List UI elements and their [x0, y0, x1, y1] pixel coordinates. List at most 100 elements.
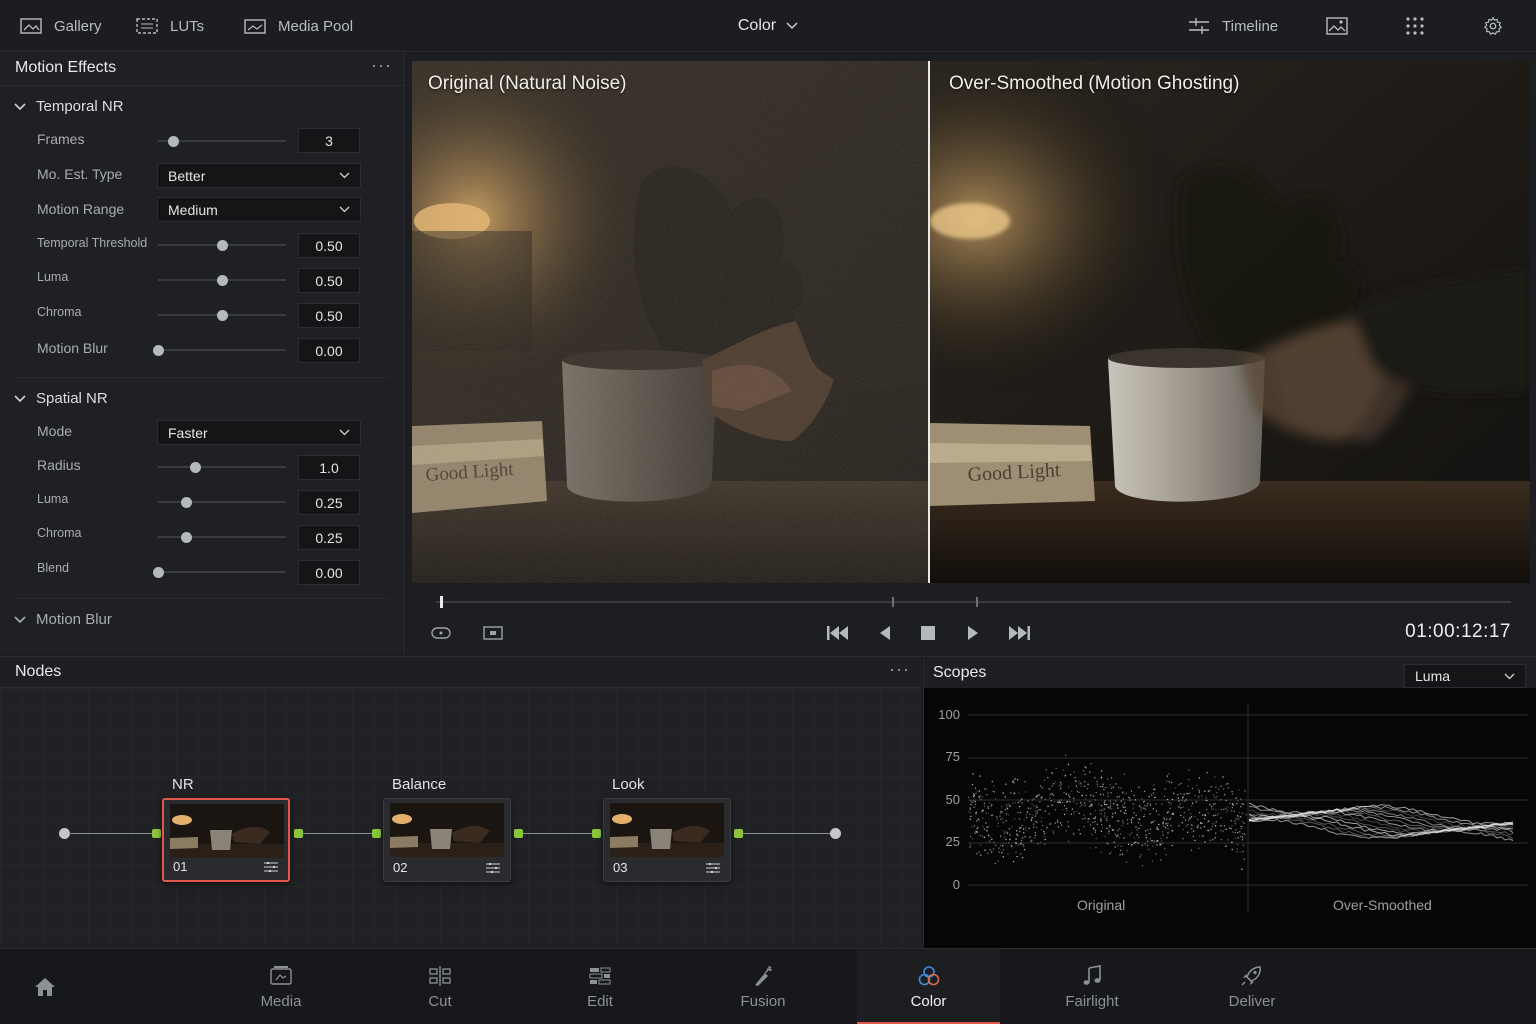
- slider-knob[interactable]: [153, 344, 164, 356]
- frames-label: Frames: [37, 131, 85, 147]
- temporal-luma-label: Luma: [37, 270, 69, 284]
- temporal-chroma-slider[interactable]: [158, 309, 286, 321]
- frames-slider[interactable]: [158, 135, 286, 147]
- nav-label: Media: [260, 992, 302, 1010]
- dropdown-value: Luma: [1415, 668, 1451, 684]
- nav-media[interactable]: Media: [221, 949, 341, 1024]
- spatial-nr-header[interactable]: Spatial NR: [14, 390, 108, 407]
- play-button[interactable]: [961, 623, 985, 643]
- y-tick-label: 50: [945, 792, 960, 807]
- nav-fusion[interactable]: Fusion: [703, 949, 823, 1024]
- motion-blur-value[interactable]: 0.00: [298, 338, 360, 363]
- node-input[interactable]: [152, 829, 161, 838]
- grid-menu-button[interactable]: [1404, 0, 1426, 52]
- settings-button[interactable]: [1482, 0, 1504, 52]
- temporal-nr-header[interactable]: Temporal NR: [14, 98, 124, 115]
- scrub-bar[interactable]: [436, 597, 1511, 607]
- node-label: Look: [612, 776, 645, 793]
- node-look[interactable]: 03: [603, 798, 731, 882]
- slider-knob[interactable]: [190, 461, 202, 473]
- nav-color[interactable]: Color: [857, 949, 1000, 1024]
- nav-edit[interactable]: Edit: [540, 949, 660, 1024]
- playhead[interactable]: [440, 596, 443, 608]
- nav-deliver[interactable]: Deliver: [1192, 949, 1312, 1024]
- nav-cut[interactable]: Cut: [380, 949, 500, 1024]
- temporal-threshold-slider[interactable]: [158, 239, 286, 251]
- step-back-button[interactable]: [873, 623, 897, 643]
- home-button[interactable]: [25, 949, 65, 1024]
- node-settings-icon[interactable]: [264, 862, 278, 872]
- node-output[interactable]: [514, 829, 523, 838]
- blend-label: Blend: [37, 561, 69, 575]
- slider-knob[interactable]: [217, 274, 228, 286]
- blend-slider[interactable]: [153, 566, 286, 578]
- media-pool-button[interactable]: Media Pool: [244, 0, 353, 52]
- motion-blur-slider[interactable]: [153, 344, 286, 356]
- slider-knob[interactable]: [153, 566, 164, 578]
- luts-button[interactable]: LUTs: [136, 0, 204, 52]
- slider-knob[interactable]: [181, 531, 193, 543]
- stop-button[interactable]: [916, 623, 940, 643]
- node-label: NR: [172, 776, 194, 793]
- dropdown-value: Better: [168, 167, 206, 184]
- node-settings-icon[interactable]: [706, 863, 720, 873]
- blend-value[interactable]: 0.00: [298, 560, 360, 585]
- nav-label: Fairlight: [1065, 992, 1119, 1010]
- spatial-luma-value[interactable]: 0.25: [298, 490, 360, 515]
- radius-slider[interactable]: [158, 461, 286, 473]
- x-label-smoothed: Over-Smoothed: [1333, 897, 1432, 913]
- motion-blur-header[interactable]: Motion Blur: [14, 611, 112, 628]
- chevron-down-icon[interactable]: [786, 22, 798, 30]
- slider-knob[interactable]: [181, 496, 193, 508]
- nav-fairlight[interactable]: Fairlight: [1032, 949, 1152, 1024]
- graph-output[interactable]: [830, 828, 841, 839]
- temporal-chroma-value[interactable]: 0.50: [298, 303, 360, 328]
- temporal-luma-value[interactable]: 0.50: [298, 268, 360, 293]
- y-tick-label: 25: [945, 834, 960, 849]
- spatial-chroma-slider[interactable]: [158, 531, 286, 543]
- viewer-image[interactable]: Good Light Original (Natural Noise): [412, 61, 1530, 583]
- viewer-image-button[interactable]: [1326, 0, 1348, 52]
- divider: [14, 598, 389, 599]
- temporal-luma-slider[interactable]: [158, 274, 286, 286]
- node-graph[interactable]: NR 01 Balance 02 Look 03: [0, 687, 922, 948]
- fusion-icon: [755, 965, 773, 986]
- y-tick-label: 100: [938, 707, 960, 722]
- panel-options-icon[interactable]: ···: [371, 55, 392, 76]
- node-nr[interactable]: 01: [162, 798, 290, 882]
- fit-frame-button[interactable]: [481, 623, 505, 643]
- node-balance[interactable]: 02: [383, 798, 511, 882]
- page-title[interactable]: Color: [738, 17, 776, 35]
- timecode: 01:00:12:17: [1405, 621, 1511, 642]
- node-output[interactable]: [734, 829, 743, 838]
- luts-label: LUTs: [170, 17, 205, 35]
- slider-knob[interactable]: [217, 309, 228, 321]
- motion-effects-panel: Motion Effects ··· Temporal NR Frames 3 …: [0, 53, 405, 655]
- split-wipe-handle[interactable]: [928, 61, 930, 583]
- motion-range-dropdown[interactable]: Medium: [157, 197, 361, 222]
- go-to-start-button[interactable]: [826, 623, 850, 643]
- scope-mode-dropdown[interactable]: Luma: [1404, 664, 1526, 688]
- frames-value[interactable]: 3: [298, 128, 360, 153]
- node-input[interactable]: [592, 829, 601, 838]
- y-tick-label: 75: [945, 749, 960, 764]
- stop-icon: [921, 626, 935, 640]
- node-settings-icon[interactable]: [486, 863, 500, 873]
- node-output[interactable]: [294, 829, 303, 838]
- mode-dropdown[interactable]: Faster: [157, 420, 361, 445]
- panel-options-icon[interactable]: ···: [889, 659, 910, 680]
- mo-est-type-dropdown[interactable]: Better: [157, 163, 361, 188]
- spatial-chroma-value[interactable]: 0.25: [298, 525, 360, 550]
- go-to-end-button[interactable]: [1007, 623, 1031, 643]
- slider-knob[interactable]: [217, 239, 228, 251]
- timeline-button[interactable]: Timeline: [1188, 0, 1278, 52]
- radius-value[interactable]: 1.0: [298, 455, 360, 480]
- gallery-button[interactable]: Gallery: [20, 0, 102, 52]
- loop-button[interactable]: [429, 623, 453, 643]
- home-icon: [35, 978, 55, 996]
- spatial-luma-slider[interactable]: [158, 496, 286, 508]
- node-input[interactable]: [372, 829, 381, 838]
- temporal-threshold-value[interactable]: 0.50: [298, 233, 360, 258]
- slider-knob[interactable]: [168, 135, 180, 147]
- frame-icon: [483, 626, 503, 640]
